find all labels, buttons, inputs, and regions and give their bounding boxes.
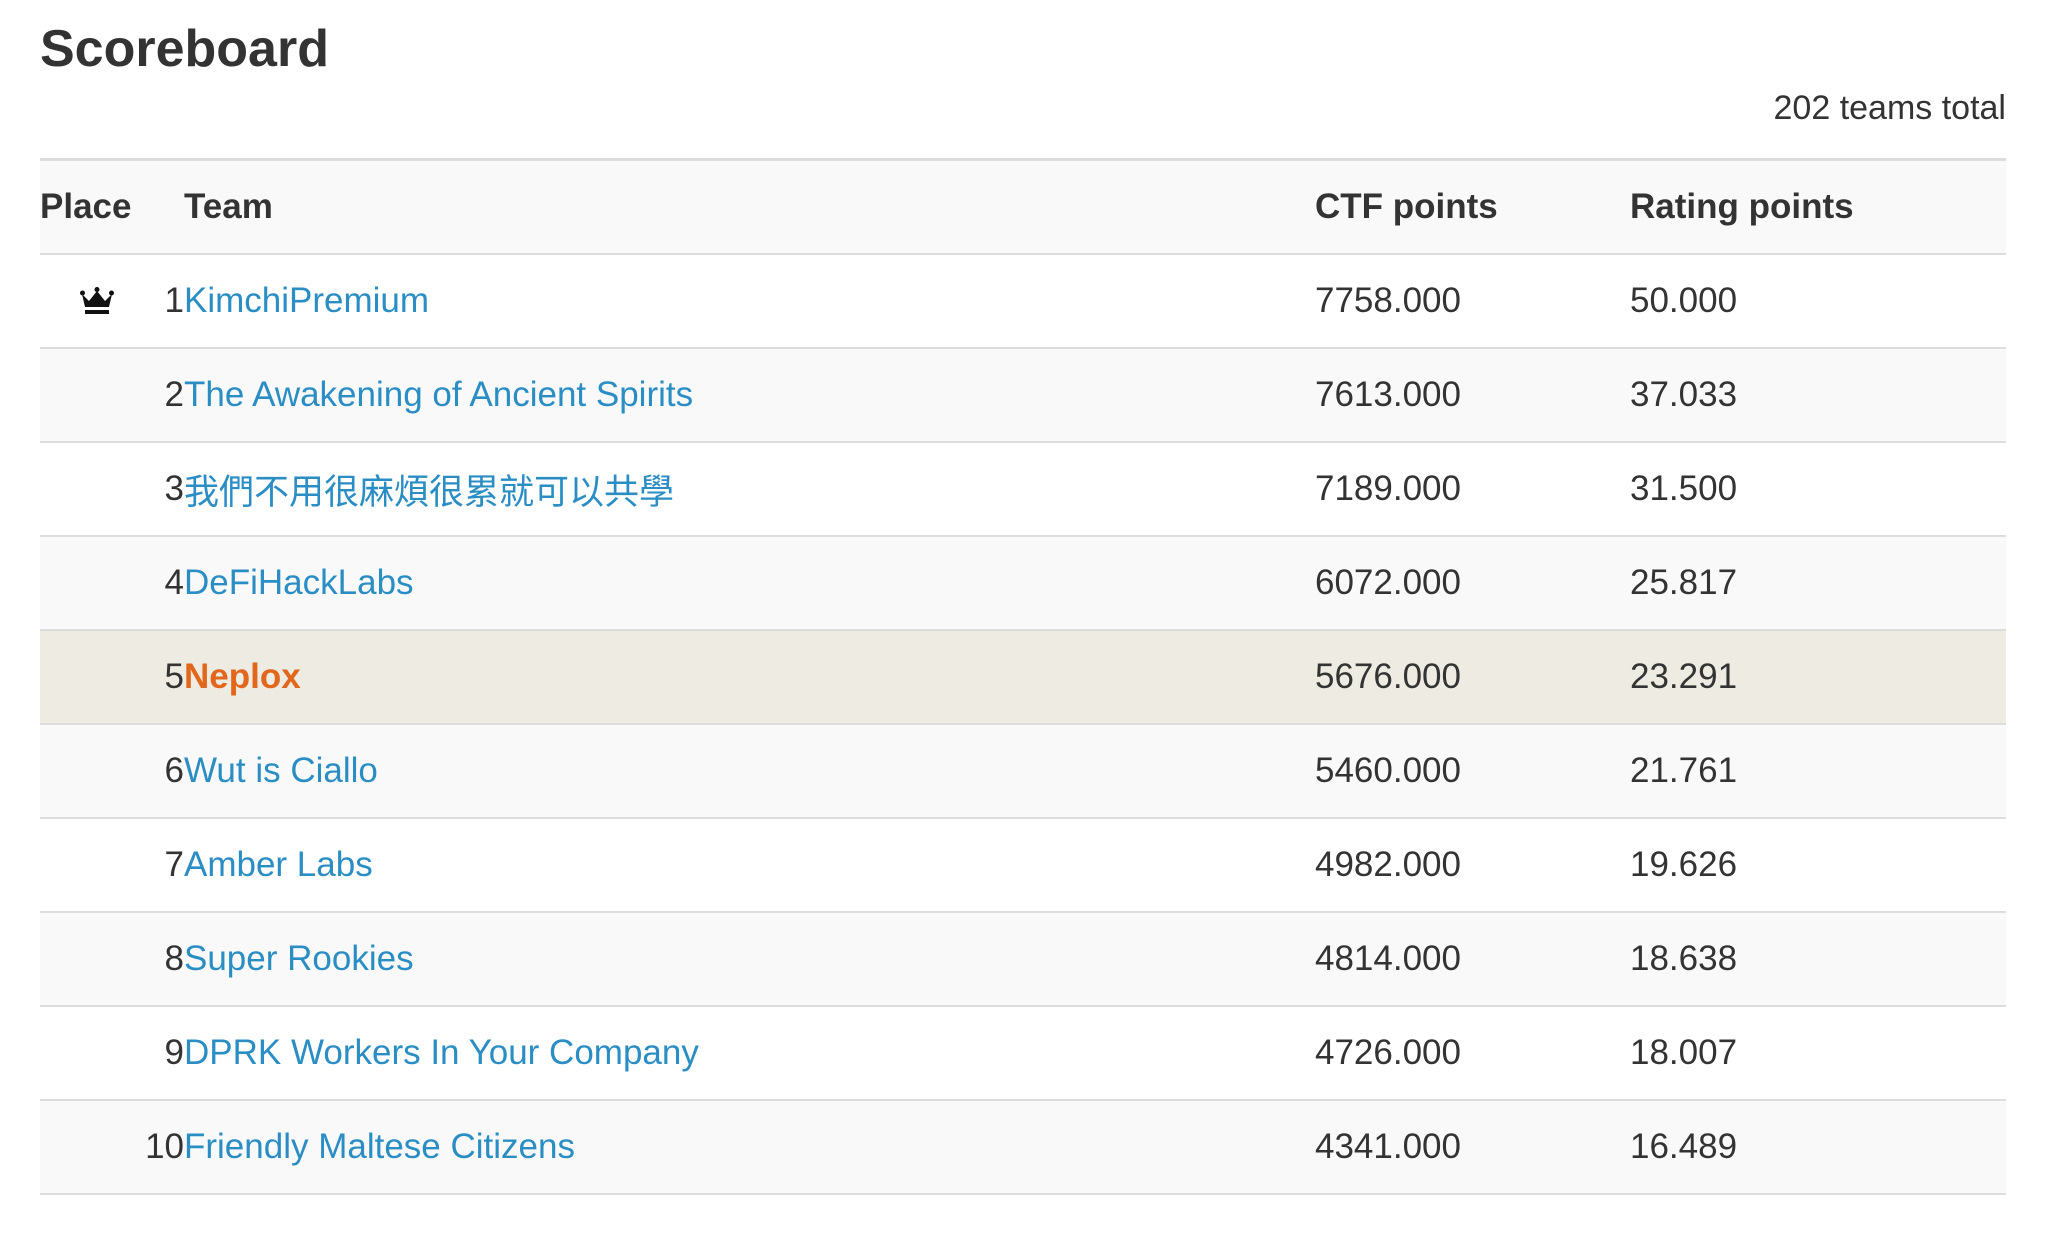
rating-points-cell: 18.007	[1630, 1006, 2006, 1101]
rating-points-cell: 16.489	[1630, 1100, 2006, 1195]
ctf-points-cell: 4814.000	[1315, 912, 1630, 1007]
team-link[interactable]: The Awakening of Ancient Spirits	[184, 375, 693, 414]
team-link[interactable]: Amber Labs	[184, 845, 373, 884]
table-row: 4 DeFiHackLabs 6072.000 25.817	[40, 536, 2006, 631]
table-header-row: Place Team CTF points Rating points	[40, 159, 2006, 255]
rating-points-cell: 25.817	[1630, 536, 2006, 631]
place-cell: 3	[40, 442, 184, 537]
crown-icon	[80, 287, 114, 314]
team-link[interactable]: 我們不用很麻煩很累就可以共學	[184, 473, 674, 512]
place-cell: 4	[40, 536, 184, 631]
place-cell: 8	[40, 912, 184, 1007]
place-number: 1	[164, 281, 184, 320]
table-row-highlighted: 5 Neplox 5676.000 23.291	[40, 630, 2006, 725]
column-header-team: Team	[184, 159, 1315, 255]
rating-points-cell: 18.638	[1630, 912, 2006, 1007]
team-cell: DPRK Workers In Your Company	[184, 1006, 1315, 1101]
team-link[interactable]: KimchiPremium	[184, 281, 429, 320]
rating-points-cell: 37.033	[1630, 348, 2006, 443]
place-cell: 7	[40, 818, 184, 913]
team-cell: The Awakening of Ancient Spirits	[184, 348, 1315, 443]
table-row: 2 The Awakening of Ancient Spirits 7613.…	[40, 348, 2006, 443]
table-row: 7 Amber Labs 4982.000 19.626	[40, 818, 2006, 913]
ctf-points-cell: 4982.000	[1315, 818, 1630, 913]
ctf-points-cell: 5676.000	[1315, 630, 1630, 725]
ctf-points-cell: 7613.000	[1315, 348, 1630, 443]
place-cell: 2	[40, 348, 184, 443]
rating-points-cell: 31.500	[1630, 442, 2006, 537]
place-cell: 10	[40, 1100, 184, 1195]
rating-points-cell: 23.291	[1630, 630, 2006, 725]
team-link[interactable]: Super Rookies	[184, 939, 414, 978]
place-cell: 9	[40, 1006, 184, 1101]
column-header-rating-points: Rating points	[1630, 159, 2006, 255]
rating-points-cell: 50.000	[1630, 254, 2006, 349]
rating-points-cell: 19.626	[1630, 818, 2006, 913]
team-cell: Wut is Ciallo	[184, 724, 1315, 819]
ctf-points-cell: 7189.000	[1315, 442, 1630, 537]
team-cell: DeFiHackLabs	[184, 536, 1315, 631]
place-cell: 1	[40, 254, 184, 349]
page-title: Scoreboard	[40, 20, 329, 78]
place-cell: 6	[40, 724, 184, 819]
team-link[interactable]: DeFiHackLabs	[184, 563, 414, 602]
rating-points-cell: 21.761	[1630, 724, 2006, 819]
team-link[interactable]: Wut is Ciallo	[184, 751, 378, 790]
team-link-highlighted[interactable]: Neplox	[184, 657, 301, 696]
column-header-ctf-points: CTF points	[1315, 159, 1630, 255]
ctf-points-cell: 5460.000	[1315, 724, 1630, 819]
team-link[interactable]: Friendly Maltese Citizens	[184, 1127, 575, 1166]
table-row: 3 我們不用很麻煩很累就可以共學 7189.000 31.500	[40, 442, 2006, 537]
ctf-points-cell: 7758.000	[1315, 254, 1630, 349]
table-row: 6 Wut is Ciallo 5460.000 21.761	[40, 724, 2006, 819]
team-cell: 我們不用很麻煩很累就可以共學	[184, 442, 1315, 537]
team-cell: Amber Labs	[184, 818, 1315, 913]
ctf-points-cell: 4341.000	[1315, 1100, 1630, 1195]
table-row: 9 DPRK Workers In Your Company 4726.000 …	[40, 1006, 2006, 1101]
scoreboard-table: Place Team CTF points Rating points 1 Ki…	[40, 158, 2006, 1195]
table-row: 8 Super Rookies 4814.000 18.638	[40, 912, 2006, 1007]
ctf-points-cell: 4726.000	[1315, 1006, 1630, 1101]
table-row: 10 Friendly Maltese Citizens 4341.000 16…	[40, 1100, 2006, 1195]
teams-total-count: 202 teams total	[1773, 89, 2006, 127]
ctf-points-cell: 6072.000	[1315, 536, 1630, 631]
team-cell: Friendly Maltese Citizens	[184, 1100, 1315, 1195]
team-cell: KimchiPremium	[184, 254, 1315, 349]
team-link[interactable]: DPRK Workers In Your Company	[184, 1033, 699, 1072]
column-header-place: Place	[40, 159, 184, 255]
place-cell: 5	[40, 630, 184, 725]
team-cell: Neplox	[184, 630, 1315, 725]
table-row: 1 KimchiPremium 7758.000 50.000	[40, 254, 2006, 349]
team-cell: Super Rookies	[184, 912, 1315, 1007]
